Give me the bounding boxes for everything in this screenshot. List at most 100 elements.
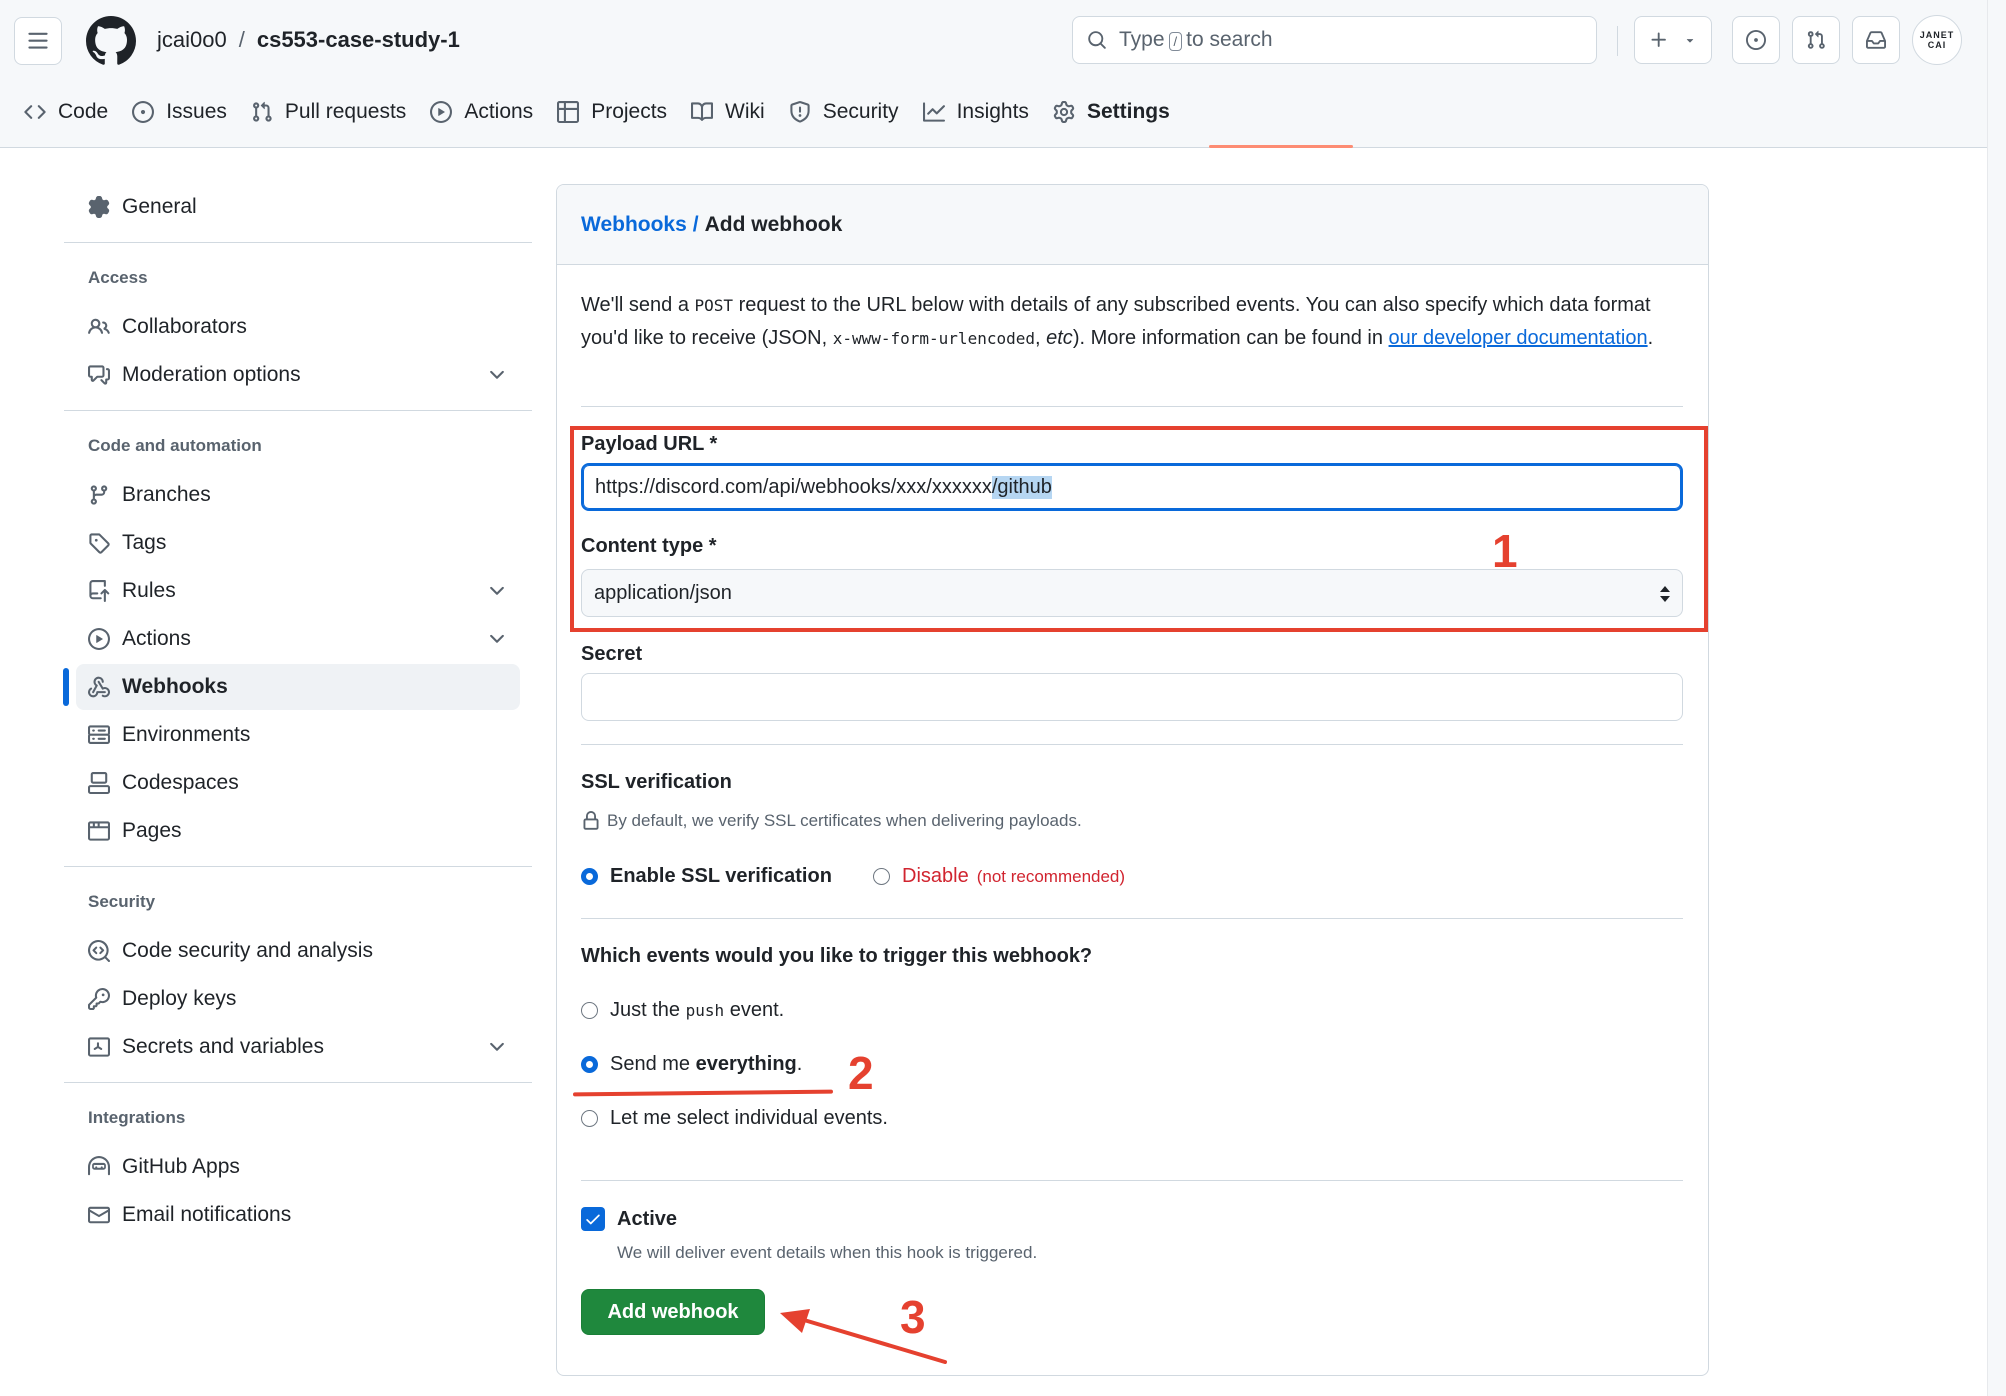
events-heading: Which events would you like to trigger t… xyxy=(581,945,1093,967)
add-webhook-panel: Webhooks / Add webhook We'll send a POST… xyxy=(556,184,1709,1376)
ssl-enable-option[interactable]: Enable SSL verification xyxy=(581,865,832,888)
mail-icon xyxy=(88,1206,110,1224)
tag-icon xyxy=(89,533,110,554)
pull-requests-button[interactable] xyxy=(1792,16,1840,64)
app-header: jcai0o0 / cs553-case-study-1 Type / to sea… xyxy=(0,0,1987,148)
inbox-button[interactable] xyxy=(1852,16,1900,64)
tab-code[interactable]: Code xyxy=(12,88,120,136)
event-push-option[interactable]: Just the push event. xyxy=(581,999,784,1022)
ssl-heading: SSL verification xyxy=(581,771,732,793)
issues-button[interactable] xyxy=(1732,16,1780,64)
tab-actions[interactable]: Actions xyxy=(418,88,545,136)
sidebar-item-branches[interactable]: Branches xyxy=(76,472,520,518)
sidebar-item-webhooks[interactable]: Webhooks xyxy=(76,664,520,710)
repo-owner-link[interactable]: jcai0o0 xyxy=(157,24,227,56)
sidebar-item-secrets-and-variables[interactable]: Secrets and variables xyxy=(76,1024,520,1070)
menu-button[interactable] xyxy=(14,17,62,65)
avatar[interactable]: JANET CAI xyxy=(1912,15,1962,65)
sidebar-item-collaborators[interactable]: Collaborators xyxy=(76,304,520,350)
lock-icon xyxy=(583,811,599,830)
server-icon xyxy=(88,725,110,744)
codespaces-icon xyxy=(88,772,110,794)
breadcrumb: Webhooks / Add webhook xyxy=(557,185,1708,265)
browser-icon xyxy=(88,821,110,841)
sidebar-heading-access: Access xyxy=(88,268,148,287)
inbox-icon xyxy=(1866,31,1886,49)
chevron-down-icon xyxy=(490,634,504,643)
sidebar-item-code-security[interactable]: Code security and analysis xyxy=(76,928,520,974)
tab-insights[interactable]: Insights xyxy=(911,88,1041,136)
tab-pull-requests[interactable]: Pull requests xyxy=(239,88,418,136)
create-new-button[interactable] xyxy=(1634,16,1712,64)
plus-icon xyxy=(1651,32,1666,47)
book-icon xyxy=(691,102,714,121)
graph-icon xyxy=(922,102,945,122)
sidebar-item-moderation-options[interactable]: Moderation options xyxy=(76,352,520,398)
webhook-icon xyxy=(88,676,110,698)
sidebar-item-deploy-keys[interactable]: Deploy keys xyxy=(76,976,520,1022)
tab-projects[interactable]: Projects xyxy=(545,88,679,136)
code-icon xyxy=(24,105,46,119)
sidebar-item-tags[interactable]: Tags xyxy=(76,520,520,566)
sidebar-item-email-notifications[interactable]: Email notifications xyxy=(76,1192,520,1238)
section-divider xyxy=(581,918,1683,919)
annotation-number-2: 2 xyxy=(848,1047,874,1099)
add-webhook-button[interactable]: Add webhook xyxy=(581,1289,765,1335)
active-tab-indicator xyxy=(1209,145,1353,148)
sidebar-item-codespaces[interactable]: Codespaces xyxy=(76,760,520,806)
ssl-disable-option[interactable]: Disable (not recommended) xyxy=(873,865,1125,888)
tab-issues[interactable]: Issues xyxy=(120,88,239,136)
event-push-radio[interactable] xyxy=(581,1002,598,1019)
active-note: We will deliver event details when this … xyxy=(617,1243,1038,1262)
event-everything-radio[interactable] xyxy=(581,1056,598,1073)
intro-text: We'll send a POST request to the URL bel… xyxy=(581,294,1654,349)
hamburger-icon xyxy=(28,32,48,49)
sidebar-item-github-apps[interactable]: GitHub Apps xyxy=(76,1144,520,1190)
breadcrumb-webhooks-link[interactable]: Webhooks xyxy=(581,213,687,237)
active-option[interactable]: Active xyxy=(581,1207,677,1231)
chevron-down-icon xyxy=(490,586,504,595)
sidebar-heading-integrations: Integrations xyxy=(88,1108,186,1127)
tab-settings[interactable]: Settings xyxy=(1041,88,1182,136)
sidebar-item-rules[interactable]: Rules xyxy=(76,568,520,614)
search-input[interactable]: Type / to search xyxy=(1072,16,1597,64)
event-everything-option[interactable]: Send me everything. xyxy=(581,1053,802,1076)
people-icon xyxy=(88,318,110,334)
breadcrumb-separator: / xyxy=(692,212,699,236)
sidebar-item-pages[interactable]: Pages xyxy=(76,808,520,854)
active-checkbox[interactable] xyxy=(581,1207,605,1231)
developer-docs-link[interactable]: our developer documentation xyxy=(1389,327,1648,349)
annotation-box-1 xyxy=(570,426,1708,632)
tab-wiki[interactable]: Wiki xyxy=(679,88,777,136)
tab-security[interactable]: Security xyxy=(777,88,911,136)
secret-input[interactable] xyxy=(581,673,1683,721)
repo-name-link[interactable]: cs553-case-study-1 xyxy=(257,24,460,56)
play-icon xyxy=(88,628,110,650)
pull-request-icon xyxy=(252,101,272,122)
sidebar-item-environments[interactable]: Environments xyxy=(76,712,520,758)
shield-icon xyxy=(790,101,810,123)
header-divider xyxy=(1617,26,1618,56)
github-logo-icon[interactable] xyxy=(86,16,136,66)
section-divider xyxy=(581,744,1683,745)
sidebar-divider xyxy=(64,410,532,411)
issue-icon xyxy=(1746,30,1766,50)
branch-icon xyxy=(90,485,108,505)
event-individual-option[interactable]: Let me select individual events. xyxy=(581,1107,888,1130)
ssl-note: By default, we verify SSL certificates w… xyxy=(581,811,1082,831)
sidebar-heading-code-and-automation: Code and automation xyxy=(88,436,262,455)
page-scrollbar[interactable] xyxy=(1987,0,2006,1396)
pull-request-icon xyxy=(1807,30,1825,49)
ssl-disable-radio[interactable] xyxy=(873,868,890,885)
repo-push-icon xyxy=(89,580,110,602)
event-individual-radio[interactable] xyxy=(581,1110,598,1127)
codescan-icon xyxy=(88,940,110,962)
ssl-enable-radio[interactable] xyxy=(581,868,598,885)
play-icon xyxy=(430,101,453,123)
table-icon xyxy=(557,101,580,123)
search-placeholder: Type / to search xyxy=(1119,28,1273,51)
sidebar-divider xyxy=(64,242,532,243)
sidebar-item-actions[interactable]: Actions xyxy=(76,616,520,662)
issue-icon xyxy=(132,101,155,123)
sidebar-item-general[interactable]: General xyxy=(76,184,520,230)
